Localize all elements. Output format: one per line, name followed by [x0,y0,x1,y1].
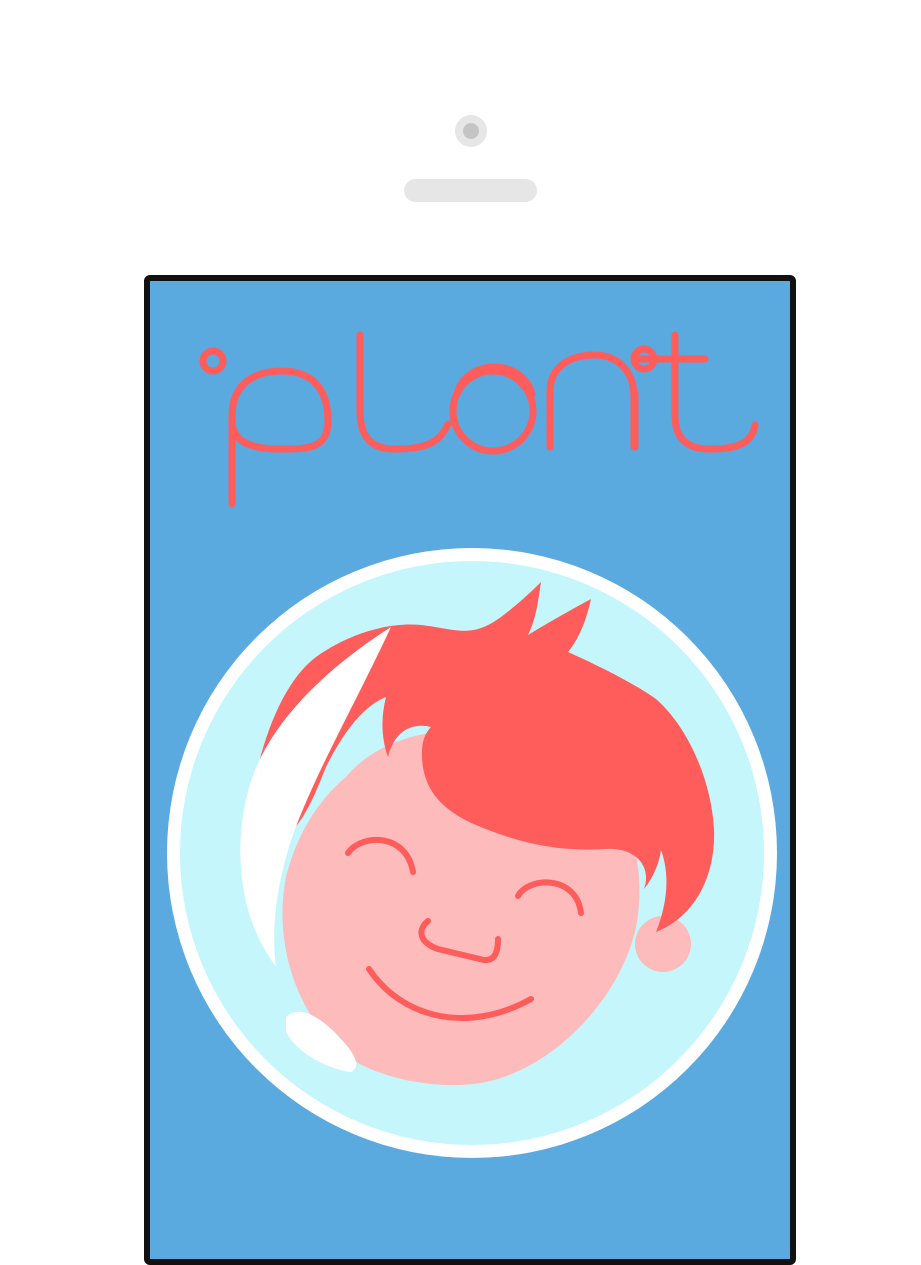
speaker-icon [404,179,537,202]
logo-letter-t [671,331,759,453]
logo-letter-n [546,351,638,451]
app-logo: planit [199,331,759,508]
app-screen: planit [144,275,796,1265]
logo-letter-p [228,367,332,508]
phone-device: planit [0,0,921,1265]
logo-dot-left [199,347,227,375]
camera-icon [455,115,487,147]
logo-letter-l [356,331,452,453]
camera-lens [463,123,479,139]
smiling-boy-avatar [167,548,777,1158]
